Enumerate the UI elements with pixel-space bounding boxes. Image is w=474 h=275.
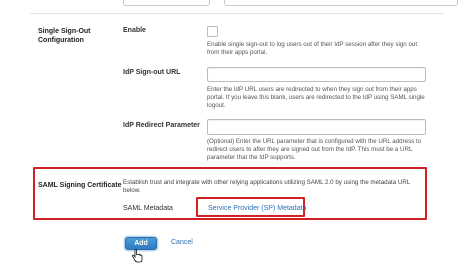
enable-checkbox[interactable] — [207, 26, 218, 37]
idp-signout-url-help-text: Enter the IdP URL users are redirected t… — [207, 86, 425, 109]
idp-redirect-parameter-input[interactable] — [207, 119, 426, 135]
idp-redirect-parameter-help-text: (Optional) Enter the URL parameter that … — [207, 138, 422, 161]
saml-signing-description: Establish trust and integrate with other… — [123, 179, 411, 194]
saml-metadata-label: SAML Metadata — [123, 205, 173, 212]
single-sign-out-section-label: Single Sign-Out Configuration — [38, 28, 91, 44]
section-divider — [30, 13, 444, 14]
sp-metadata-link[interactable]: Service Provider (SP) Metadata — [208, 205, 306, 212]
saml-signing-certificate-label: SAML Signing Certificate — [38, 182, 122, 189]
top-text-field[interactable] — [224, 0, 458, 6]
idp-signout-url-value — [208, 76, 211, 83]
idp-signout-url-input[interactable] — [207, 67, 426, 82]
idp-signout-url-label: IdP Sign-out URL — [123, 69, 181, 76]
idp-redirect-parameter-label: IdP Redirect Parameter — [123, 122, 200, 129]
enable-label: Enable — [123, 27, 146, 34]
enable-help-text: Enable single sign-out to log users out … — [207, 41, 418, 56]
top-select-field[interactable] — [123, 0, 210, 6]
cancel-link[interactable]: Cancel — [171, 239, 193, 246]
hand-cursor-icon — [132, 249, 143, 263]
